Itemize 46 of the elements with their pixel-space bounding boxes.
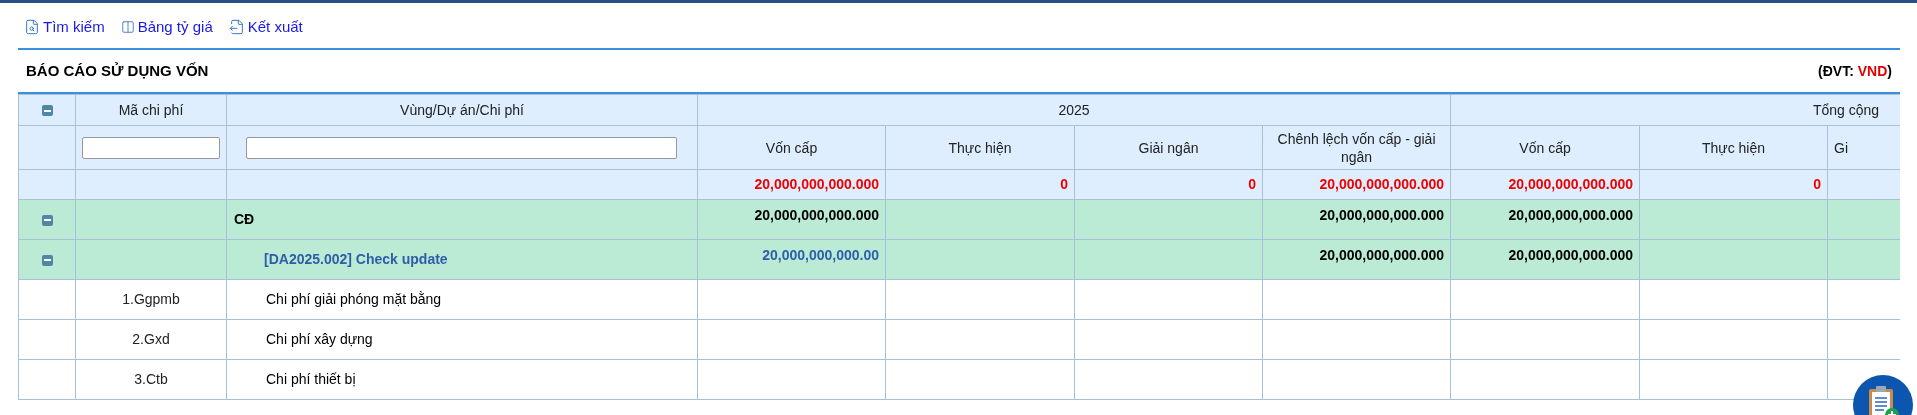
column-header: Gi [1834, 139, 1849, 156]
collapse-icon[interactable] [41, 105, 53, 117]
unit-label: (ĐVT: [1818, 62, 1854, 79]
amount: 20,000,000,000.000 [1319, 207, 1445, 223]
unit-bracket: ) [1887, 62, 1892, 79]
toolbar-button[interactable]: Bảng tỷ giá [120, 15, 213, 39]
report-title: BÁO CÁO SỬ DỤNG VỐN [26, 60, 209, 81]
column-header: Giải ngân [1138, 139, 1199, 156]
column-group-header: 2025 [1058, 101, 1090, 118]
column-header: Mã chi phí [118, 101, 184, 118]
column-header: Chênh lệch vốn cấp - giải ngân [1277, 130, 1436, 165]
column-header: Thực hiện [1702, 139, 1766, 156]
item-name: Chi phí giải phóng mặt bằng [266, 291, 442, 307]
group-name: CĐ [234, 211, 255, 227]
column-header: Vốn cấp [1519, 139, 1571, 156]
search-icon [24, 19, 40, 35]
toolbar-button[interactable]: Tìm kiếm [24, 15, 105, 39]
total-amount: 20,000,000,000.000 [754, 176, 879, 192]
cost-code: 3.Ctb [134, 371, 168, 387]
cost-code: 1.Ggpmb [122, 291, 180, 307]
total-amount: 0 [1248, 176, 1256, 192]
book-icon [120, 20, 135, 34]
export-icon [228, 19, 245, 35]
total-amount: 0 [1813, 176, 1822, 192]
item-name: Chi phí thiết bị [266, 371, 356, 387]
amount: 20,000,000,000.000 [754, 207, 879, 223]
amount: 20,000,000,000.000 [1508, 207, 1634, 223]
amount: 20,000,000,000.000 [1508, 247, 1634, 263]
cost-code: 2.Gxd [132, 331, 170, 347]
filter-field[interactable] [82, 136, 220, 159]
clipboard-add-icon [1866, 385, 1900, 415]
total-amount: 0 [1060, 176, 1068, 192]
column-header: Thực hiện [948, 139, 1012, 156]
total-amount: 20,000,000,000.000 [1508, 176, 1634, 192]
total-amount: 20,000,000,000.000 [1319, 176, 1445, 192]
item-name: Chi phí xây dựng [266, 331, 373, 347]
filter-field[interactable] [246, 136, 677, 159]
project-name[interactable]: [DA2025.002] Check update [264, 251, 448, 267]
toolbar-button[interactable]: Kết xuất [228, 15, 303, 39]
collapse-icon[interactable] [41, 254, 53, 266]
amount: 20,000,000,000.000 [1319, 247, 1445, 263]
column-group-header: Tổng cộng [1812, 101, 1880, 118]
collapse-icon[interactable] [41, 214, 53, 226]
column-header: Vùng/Dự án/Chi phí [400, 101, 524, 118]
column-header: Vốn cấp [765, 139, 818, 156]
unit-value: VND [1857, 62, 1888, 79]
